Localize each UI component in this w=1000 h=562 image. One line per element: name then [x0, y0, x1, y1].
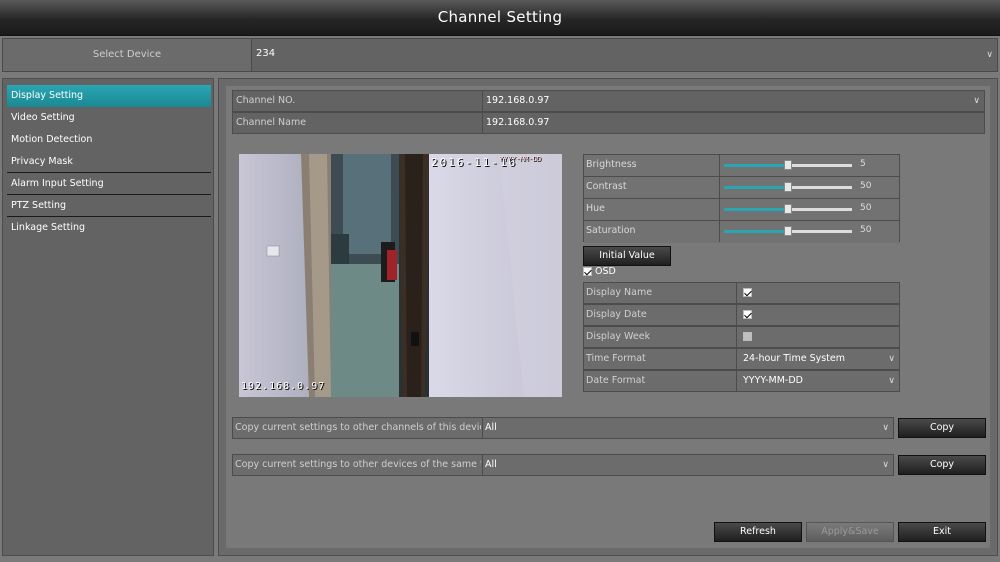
brightness-value: 5	[860, 159, 866, 169]
copy-devices-button[interactable]: Copy	[898, 455, 986, 475]
brightness-label: Brightness	[586, 159, 637, 170]
copy-devices-row: Copy current settings to other devices o…	[232, 454, 894, 476]
hue-slider[interactable]	[724, 204, 852, 214]
main-content: Channel NO. 192.168.0.97 ∨ Channel Name …	[218, 78, 998, 556]
contrast-slider-thumb[interactable]	[784, 182, 792, 192]
apply-save-button[interactable]: Apply&Save	[806, 522, 894, 542]
channel-no-select[interactable]: 192.168.0.97 ∨	[482, 91, 984, 111]
osd-checkbox[interactable]	[583, 267, 592, 276]
channel-name-input[interactable]: 192.168.0.97	[482, 113, 984, 133]
sidebar-item-video-setting[interactable]: Video Setting	[7, 107, 211, 129]
select-device-value: 234	[256, 48, 276, 59]
sidebar-item-motion-detection[interactable]: Motion Detection	[7, 129, 211, 151]
display-date-checkbox[interactable]	[743, 310, 752, 319]
date-format-select[interactable]: YYYY-MM-DD ∨	[736, 371, 899, 391]
time-format-select[interactable]: 24-hour Time System ∨	[736, 349, 899, 369]
settings-panel: Channel NO. 192.168.0.97 ∨ Channel Name …	[226, 86, 990, 548]
saturation-row: Saturation 50	[584, 221, 899, 243]
select-device-dropdown[interactable]: 234 ∨	[251, 39, 997, 71]
divider	[719, 221, 720, 242]
display-week-label: Display Week	[586, 331, 651, 342]
saturation-value: 50	[860, 225, 872, 235]
copy-channels-select[interactable]: All ∨	[482, 418, 893, 438]
initial-value-button[interactable]: Initial Value	[583, 246, 671, 266]
chevron-down-icon: ∨	[882, 423, 889, 433]
channel-no-value: 192.168.0.97	[486, 95, 550, 106]
copy-channels-row: Copy current settings to other channels …	[232, 417, 894, 439]
display-week-row: Display Week	[583, 326, 900, 348]
sidebar: Display Setting Video Setting Motion Det…	[2, 78, 214, 556]
hue-value: 50	[860, 203, 872, 213]
window-title: Channel Setting	[437, 8, 563, 26]
camera-image	[239, 154, 562, 397]
chevron-down-icon: ∨	[986, 50, 993, 60]
contrast-label: Contrast	[586, 181, 627, 192]
date-format-value: YYYY-MM-DD	[743, 375, 803, 386]
contrast-slider[interactable]	[724, 182, 852, 192]
brightness-row: Brightness 5	[584, 155, 899, 177]
sidebar-item-alarm-input-setting[interactable]: Alarm Input Setting	[7, 173, 211, 195]
copy-channels-button[interactable]: Copy	[898, 418, 986, 438]
title-bar: Channel Setting	[0, 0, 1000, 36]
sidebar-item-ptz-setting[interactable]: PTZ Setting	[7, 195, 211, 217]
divider	[719, 199, 720, 220]
chevron-down-icon: ∨	[888, 376, 895, 386]
display-week-checkbox[interactable]	[743, 332, 752, 341]
display-name-label: Display Name	[586, 287, 653, 298]
osd-toggle[interactable]: OSD	[583, 266, 616, 277]
chevron-down-icon: ∨	[888, 354, 895, 364]
time-format-label: Time Format	[586, 353, 646, 364]
select-device-label: Select Device	[92, 49, 162, 60]
contrast-value: 50	[860, 181, 872, 191]
hue-label: Hue	[586, 203, 606, 214]
hue-slider-thumb[interactable]	[784, 204, 792, 214]
channel-name-row: Channel Name 192.168.0.97	[232, 112, 985, 134]
copy-devices-select[interactable]: All ∨	[482, 455, 893, 475]
channel-no-row: Channel NO. 192.168.0.97 ∨	[232, 90, 985, 112]
saturation-slider-fill	[724, 230, 788, 233]
saturation-label: Saturation	[586, 225, 636, 236]
display-name-row: Display Name	[583, 282, 900, 304]
brightness-slider-fill	[724, 164, 788, 167]
osd-channel-name: 192.168.0.97	[241, 381, 326, 392]
sidebar-item-privacy-mask[interactable]: Privacy Mask	[7, 151, 211, 173]
channel-name-label: Channel Name	[236, 117, 307, 128]
time-format-row: Time Format 24-hour Time System ∨	[583, 348, 900, 370]
osd-label: OSD	[595, 266, 616, 277]
date-format-row: Date Format YYYY-MM-DD ∨	[583, 370, 900, 392]
exit-button[interactable]: Exit	[898, 522, 986, 542]
display-date-label: Display Date	[586, 309, 647, 320]
display-date-row: Display Date	[583, 304, 900, 326]
copy-devices-value: All	[485, 459, 497, 470]
brightness-slider[interactable]	[724, 160, 852, 170]
saturation-slider-thumb[interactable]	[784, 226, 792, 236]
channel-no-label: Channel NO.	[236, 95, 296, 106]
divider	[719, 155, 720, 176]
copy-channels-label: Copy current settings to other channels …	[235, 422, 481, 433]
brightness-slider-thumb[interactable]	[784, 160, 792, 170]
osd-date-format: YYYY-MM-DD	[499, 155, 542, 163]
chevron-down-icon: ∨	[973, 96, 980, 106]
saturation-slider[interactable]	[724, 226, 852, 236]
time-format-value: 24-hour Time System	[743, 353, 845, 364]
contrast-slider-fill	[724, 186, 788, 189]
sidebar-item-linkage-setting[interactable]: Linkage Setting	[7, 217, 211, 239]
select-device-row: Select Device 234 ∨	[2, 38, 998, 72]
date-format-label: Date Format	[586, 375, 646, 386]
copy-channels-value: All	[485, 422, 497, 433]
video-preview: 2016-11-16 YYYY-MM-DD 192.168.0.97	[239, 154, 562, 397]
display-name-checkbox[interactable]	[743, 288, 752, 297]
hue-row: Hue 50	[584, 199, 899, 221]
copy-devices-label: Copy current settings to other devices o…	[235, 459, 481, 470]
chevron-down-icon: ∨	[882, 460, 889, 470]
divider	[719, 177, 720, 198]
sidebar-item-display-setting[interactable]: Display Setting	[7, 85, 211, 107]
refresh-button[interactable]: Refresh	[714, 522, 802, 542]
contrast-row: Contrast 50	[584, 177, 899, 199]
hue-slider-fill	[724, 208, 788, 211]
image-adjust-panel: Brightness 5 Contrast 50 Hue 50 Saturati…	[583, 154, 900, 243]
